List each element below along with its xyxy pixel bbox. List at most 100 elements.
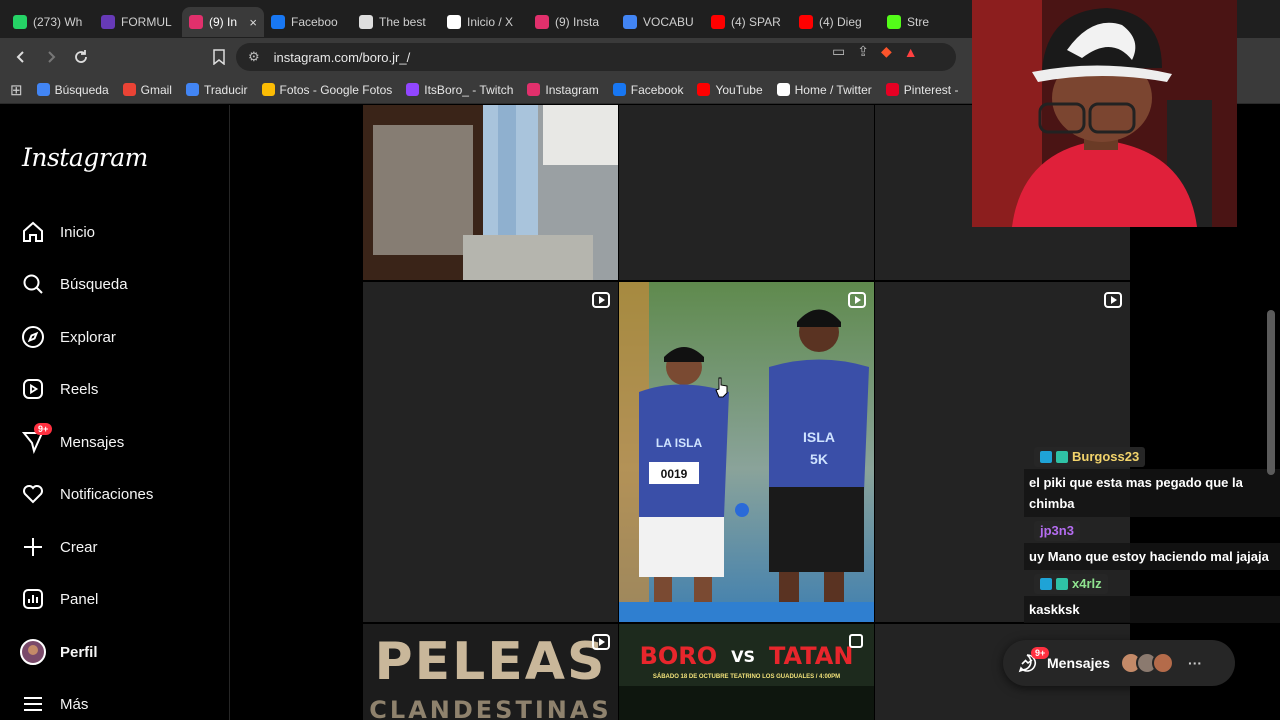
bookmark-item[interactable]: Instagram [527, 82, 599, 97]
instagram-logo[interactable]: Instagram [22, 143, 148, 172]
browser-tab[interactable]: Faceboo [264, 7, 352, 37]
bookmark-item[interactable]: Pinterest - [885, 83, 958, 97]
nav-item-label: Crear [60, 538, 98, 556]
brave-shield-icon[interactable]: ◆ [881, 43, 892, 60]
nav-item-label: Perfil [60, 643, 98, 661]
browser-tab[interactable]: (4) Dieg [792, 7, 880, 37]
prime-badge-icon [1040, 451, 1052, 463]
browser-tab-title: The best [379, 15, 426, 29]
post-tile[interactable] [363, 105, 618, 280]
nav-item-label: Más [60, 695, 89, 713]
svg-text:ISLA: ISLA [803, 429, 835, 445]
post-photo-legs [363, 105, 618, 280]
browser-tab[interactable]: VOCABU [616, 7, 704, 37]
bookmark-item[interactable]: Traducir [185, 82, 248, 97]
browser-tab-title: FORMUL [121, 15, 172, 29]
nav-item-reels[interactable]: Reels [20, 372, 220, 406]
site-settings-icon[interactable]: ⚙ [248, 49, 260, 65]
bookmark-icon[interactable] [206, 44, 232, 70]
x-icon [447, 15, 461, 29]
chat-message: uy Mano que estoy haciendo mal jajaja [1024, 543, 1280, 570]
chat-username-text: jp3n3 [1040, 523, 1074, 538]
nav-item-home[interactable]: Inicio [20, 215, 220, 249]
chat-username-text: x4rlz [1072, 576, 1102, 591]
whatsapp-icon [13, 15, 27, 29]
bookmark-item[interactable]: Facebook [612, 82, 684, 97]
browser-tab[interactable]: (273) Wh [6, 7, 94, 37]
more-icon[interactable]: ··· [1188, 655, 1202, 671]
page-scrollbar[interactable] [1267, 310, 1275, 475]
bookmark-label: Traducir [203, 82, 248, 97]
translate-icon [185, 83, 199, 96]
back-button[interactable] [8, 44, 34, 70]
reel-icon [592, 634, 610, 650]
nav-item-chart[interactable]: Panel [20, 582, 220, 616]
nav-item-plus[interactable]: Crear [20, 530, 220, 564]
peleas-title: PELEAS [374, 632, 607, 692]
chart-icon [20, 586, 46, 612]
bookmark-item[interactable]: Fotos - Google Fotos [261, 83, 392, 97]
prime-badge-icon [1040, 578, 1052, 590]
chat-username: x4rlz [1034, 574, 1108, 594]
post-tile-runners[interactable]: 0019 LA ISLA ISLA 5K 1304 [619, 282, 874, 622]
browser-tab[interactable]: Stre [880, 7, 968, 37]
svg-text:5K: 5K [810, 451, 828, 467]
browser-tab[interactable]: The best [352, 7, 440, 37]
photos-icon [261, 83, 275, 96]
messages-pill[interactable]: 9+ Mensajes ··· [1003, 640, 1235, 686]
forward-button[interactable] [38, 44, 64, 70]
facebook-icon [612, 83, 626, 96]
post-tile[interactable] [619, 105, 874, 280]
install-icon[interactable]: ▭ [832, 43, 845, 60]
browser-tab[interactable]: FORMUL [94, 7, 182, 37]
streamer-webcam [972, 0, 1237, 227]
bookmark-label: YouTube [715, 82, 763, 97]
chat-username: Burgoss23 [1034, 447, 1146, 467]
browser-tab-title: VOCABU [643, 15, 694, 29]
instagram-sidebar: Instagram Inicio Búsqueda Explorar Reels 9+ M… [0, 105, 230, 720]
post-tile[interactable] [363, 282, 618, 622]
nav-item-avatar[interactable]: Perfil [20, 635, 220, 669]
browser-tab[interactable]: Inicio / X [440, 7, 528, 37]
pinterest-icon [885, 83, 899, 96]
bookmark-label: Instagram [545, 82, 599, 97]
bookmark-item[interactable]: Home / Twitter [776, 83, 872, 97]
instagram-icon [527, 83, 541, 96]
post-tile-boro-vs-tatan[interactable]: BORO VS TATAN SÁBADO 18 DE OCTUBRE TEATR… [619, 624, 874, 720]
peleas-subtitle: CLANDESTINAS [369, 696, 612, 720]
messages-pill-label: Mensajes [1047, 655, 1111, 671]
nav-item-messenger[interactable]: 9+ Mensajes [20, 423, 220, 459]
google-icon [36, 83, 50, 96]
hand-cursor-icon [715, 377, 728, 398]
bookmark-item[interactable]: YouTube [697, 82, 763, 97]
share-icon[interactable]: ⇪ [857, 43, 869, 60]
chat-message: el piki que esta mas pegado que la chimb… [1024, 469, 1280, 517]
reel-icon [1104, 292, 1122, 308]
messages-badge: 9+ [34, 423, 53, 435]
nav-item-heart[interactable]: Notificaciones [20, 477, 220, 511]
youtube-icon [711, 15, 725, 29]
bookmark-item[interactable]: ItsBoro_ - Twitch [406, 83, 513, 97]
bookmark-item[interactable]: Búsqueda [36, 83, 109, 97]
brave-rewards-icon[interactable]: ▲ [904, 44, 918, 60]
nav-item-label: Panel [60, 590, 99, 608]
apps-grid-icon[interactable]: ⊞ [10, 81, 23, 99]
nav-item-compass[interactable]: Explorar [20, 320, 220, 354]
bookmark-item[interactable]: Gmail [122, 83, 172, 97]
nav-item-search[interactable]: Búsqueda [20, 267, 220, 301]
home-icon [20, 219, 46, 245]
close-tab-icon[interactable]: × [249, 15, 257, 30]
bookmark-label: Facebook [630, 82, 684, 97]
compass-icon [20, 324, 46, 350]
browser-tab[interactable]: (9) In × [182, 7, 264, 37]
reload-button[interactable] [68, 44, 94, 70]
nav-item-menu[interactable]: Más [20, 687, 220, 720]
browser-tab-title: Inicio / X [467, 15, 514, 29]
facebook-icon [271, 15, 285, 29]
vs-label: VS [731, 646, 756, 666]
browser-tab[interactable]: (9) Insta [528, 7, 616, 37]
post-tile-peleas[interactable]: PELEAS CLANDESTINAS [363, 624, 618, 720]
google-icon [623, 15, 637, 29]
forms-icon [101, 15, 115, 29]
browser-tab[interactable]: (4) SPAR [704, 7, 792, 37]
